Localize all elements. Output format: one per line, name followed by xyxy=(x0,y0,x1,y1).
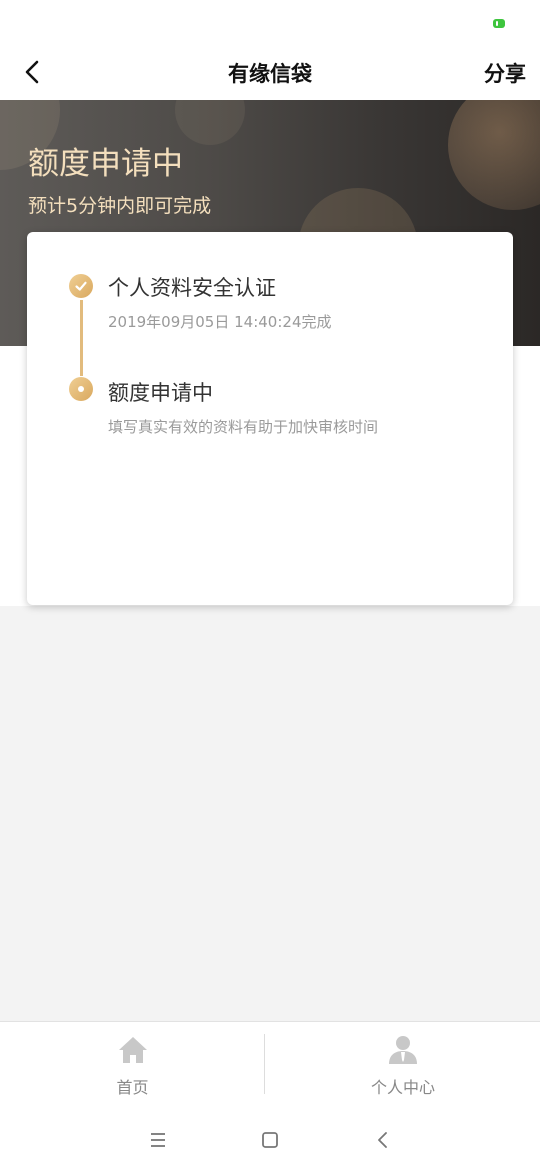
progress-card: 个人资料安全认证 2019年09月05日 14:40:24完成 额度申请中 填写… xyxy=(27,232,513,605)
menu-icon xyxy=(151,1133,165,1147)
battery-icon xyxy=(493,19,505,28)
menu-button[interactable] xyxy=(143,1125,173,1155)
banner-title: 额度申请中 xyxy=(28,146,183,182)
tab-divider xyxy=(264,1034,265,1094)
decorative-circle xyxy=(175,100,245,145)
status-bar xyxy=(0,0,540,48)
step-desc-verification: 2019年09月05日 14:40:24完成 xyxy=(108,313,332,331)
home-button[interactable] xyxy=(255,1125,285,1155)
banner-subtitle: 预计5分钟内即可完成 xyxy=(28,195,212,217)
system-navigation-bar xyxy=(0,1105,540,1170)
tab-label-home: 首页 xyxy=(116,1078,149,1097)
check-icon xyxy=(69,274,93,298)
decorative-circle xyxy=(448,100,540,210)
back-system-button[interactable] xyxy=(368,1125,398,1155)
page-title: 有缘信袋 xyxy=(228,62,312,86)
tab-home[interactable]: 首页 xyxy=(0,1022,265,1106)
nav-bar: 有缘信袋 分享 xyxy=(0,48,540,100)
chevron-left-icon xyxy=(378,1132,387,1148)
step-desc-application: 填写真实有效的资料有助于加快审核时间 xyxy=(108,418,379,436)
bottom-tabbar: 首页 个人中心 xyxy=(0,1021,540,1106)
tab-profile[interactable]: 个人中心 xyxy=(266,1022,540,1106)
tab-label-profile: 个人中心 xyxy=(370,1078,435,1097)
home-icon xyxy=(118,1037,147,1063)
step-title-verification: 个人资料安全认证 xyxy=(108,276,276,300)
current-step-icon xyxy=(69,377,93,401)
square-icon xyxy=(262,1132,278,1148)
share-button[interactable]: 分享 xyxy=(484,58,526,88)
user-icon xyxy=(389,1036,417,1064)
timeline-connector xyxy=(80,300,83,376)
step-title-application: 额度申请中 xyxy=(108,381,213,405)
